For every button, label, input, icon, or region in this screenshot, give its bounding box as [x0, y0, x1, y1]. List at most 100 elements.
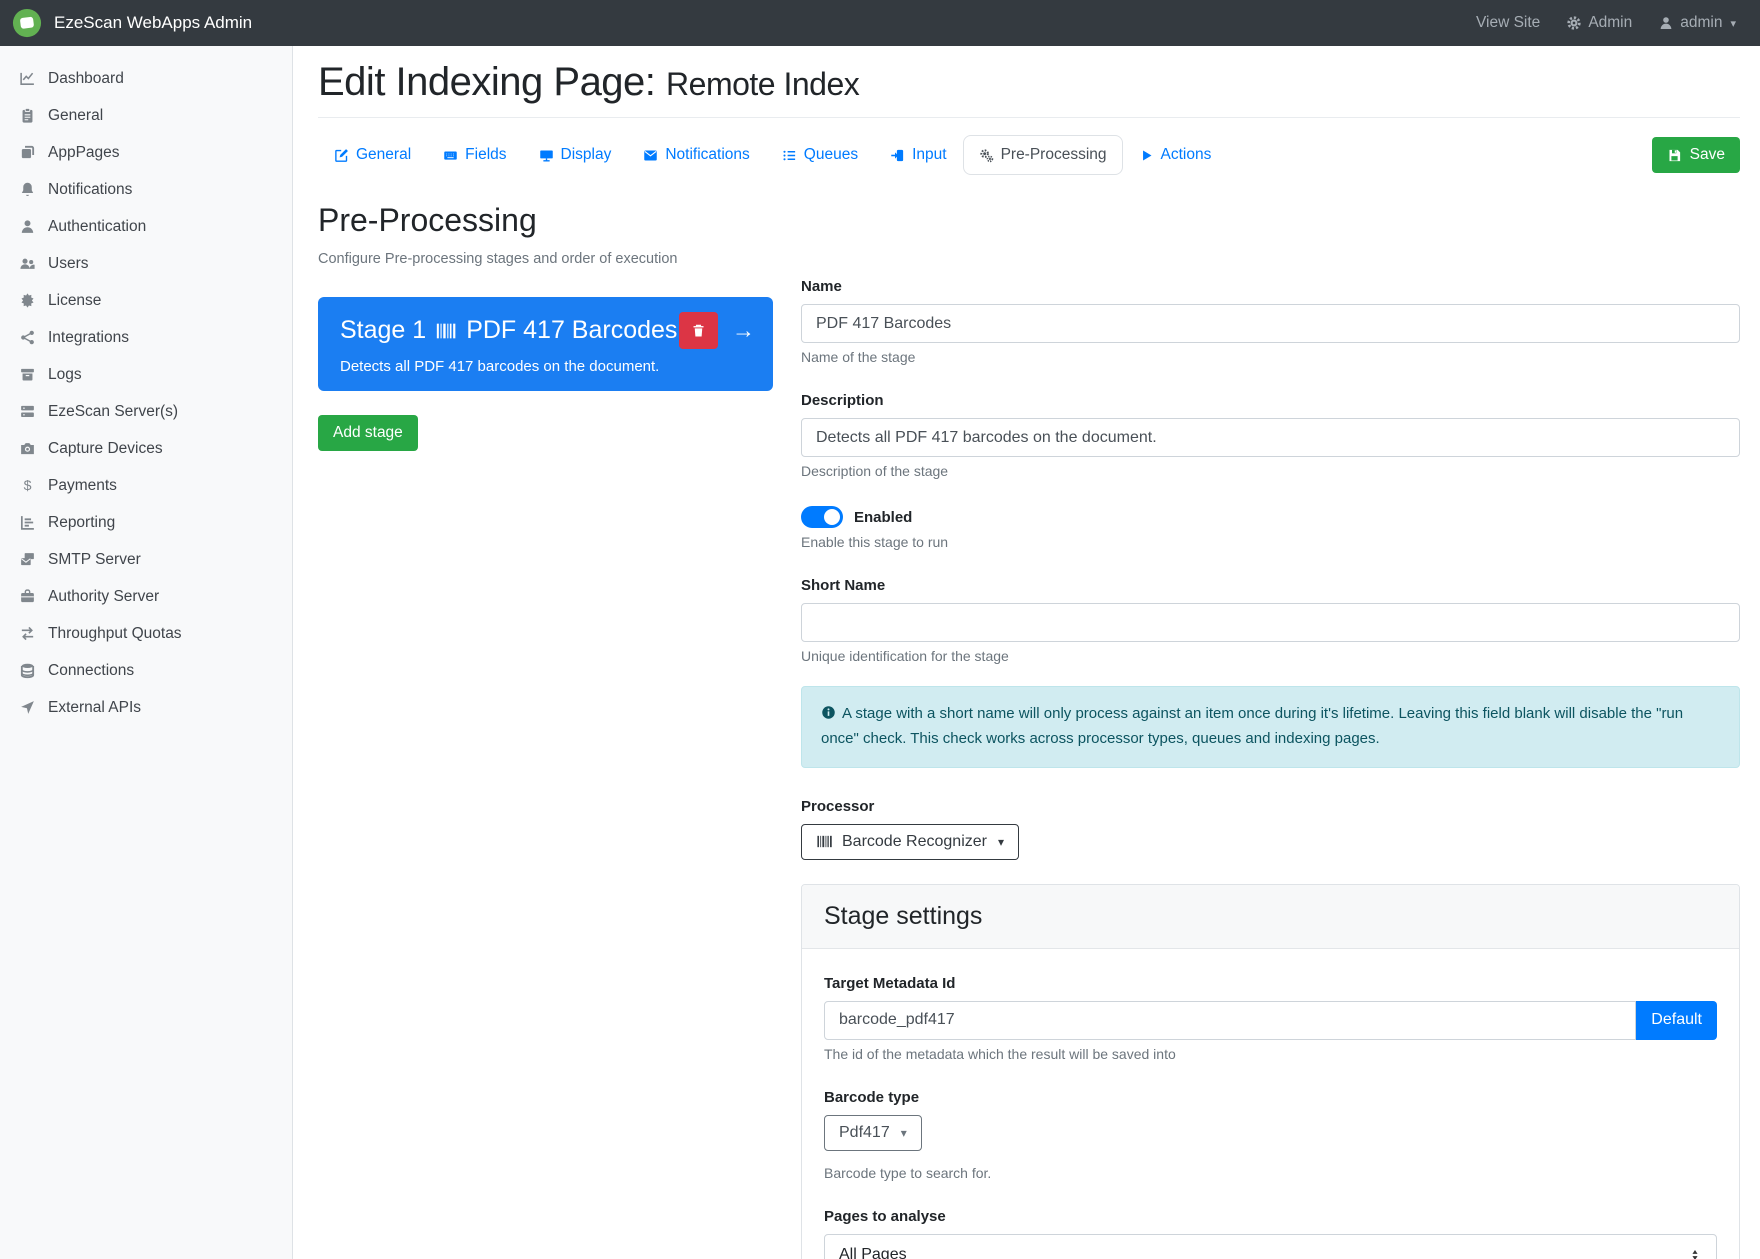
sidebar-item-capture-devices[interactable]: Capture Devices	[0, 430, 292, 467]
tab-pre-processing[interactable]: Pre-Processing	[963, 135, 1123, 175]
view-site-link[interactable]: View Site	[1476, 14, 1540, 32]
stage-card-description: Detects all PDF 417 barcodes on the docu…	[340, 358, 755, 375]
enabled-toggle[interactable]	[801, 506, 843, 528]
database-icon	[19, 662, 36, 679]
tab-label: General	[356, 146, 411, 164]
briefcase-icon	[19, 588, 36, 605]
save-button[interactable]: Save	[1652, 137, 1740, 173]
main-content: Edit Indexing Page: Remote Index General…	[293, 0, 1760, 1259]
view-site-label: View Site	[1476, 14, 1540, 32]
section-title: Pre-Processing	[318, 202, 773, 239]
caret-down-icon: ▾	[998, 835, 1004, 849]
sidebar-item-dashboard[interactable]: Dashboard	[0, 60, 292, 97]
sidebar-item-connections[interactable]: Connections	[0, 652, 292, 689]
tab-queues[interactable]: Queues	[766, 135, 874, 175]
default-button[interactable]: Default	[1636, 1001, 1717, 1040]
barcode-type-dropdown[interactable]: Pdf417 ▾	[824, 1115, 922, 1151]
sidebar-item-label: Connections	[48, 662, 134, 680]
name-label: Name	[801, 278, 1740, 295]
dollar-icon	[19, 477, 36, 494]
copy-icon	[19, 144, 36, 161]
sidebar-item-authentication[interactable]: Authentication	[0, 208, 292, 245]
info-circle-icon	[821, 705, 836, 720]
brand[interactable]: EzeScan WebApps Admin	[12, 8, 293, 38]
add-stage-label: Add stage	[333, 424, 403, 442]
admin-link[interactable]: Admin	[1566, 14, 1632, 32]
short-name-help: Unique identification for the stage	[801, 648, 1740, 664]
tab-label: Notifications	[665, 146, 749, 164]
add-stage-button[interactable]: Add stage	[318, 415, 418, 451]
tab-label: Display	[561, 146, 612, 164]
name-input[interactable]	[801, 304, 1740, 343]
cogs-icon	[979, 148, 994, 163]
sidebar-item-payments[interactable]: Payments	[0, 467, 292, 504]
tab-display[interactable]: Display	[523, 135, 628, 175]
tab-input[interactable]: Input	[874, 135, 962, 175]
logo-icon	[12, 8, 42, 38]
sidebar-item-throughput-quotas[interactable]: Throughput Quotas	[0, 615, 292, 652]
sidebar-item-reporting[interactable]: Reporting	[0, 504, 292, 541]
page-title-main: Edit Indexing Page:	[318, 60, 655, 104]
tab-fields[interactable]: Fields	[427, 135, 522, 175]
sidebar-item-label: Logs	[48, 366, 82, 384]
stage-card[interactable]: Stage 1 PDF 417 Barcodes → Detects all P…	[318, 297, 773, 391]
sidebar-item-general[interactable]: General	[0, 97, 292, 134]
barcode-type-value: Pdf417	[839, 1124, 890, 1142]
archive-icon	[19, 366, 36, 383]
arrow-right-icon[interactable]: →	[732, 319, 755, 342]
processor-value: Barcode Recognizer	[842, 833, 987, 851]
navbar-right: View Site Admin admin ▾	[1476, 14, 1736, 32]
play-icon	[1139, 148, 1154, 163]
report-icon	[19, 514, 36, 531]
tab-label: Queues	[804, 146, 858, 164]
processor-dropdown[interactable]: Barcode Recognizer ▾	[801, 824, 1019, 860]
trash-icon	[691, 323, 706, 338]
sidebar-item-integrations[interactable]: Integrations	[0, 319, 292, 356]
tab-notifications[interactable]: Notifications	[627, 135, 765, 175]
barcode-type-label: Barcode type	[824, 1089, 1717, 1106]
camera-icon	[19, 440, 36, 457]
user-menu[interactable]: admin ▾	[1658, 14, 1736, 32]
display-icon	[539, 148, 554, 163]
keyboard-icon	[443, 148, 458, 163]
processor-label: Processor	[801, 798, 1740, 815]
target-metadata-help: The id of the metadata which the result …	[824, 1046, 1717, 1062]
sidebar-item-label: License	[48, 292, 101, 310]
barcode-icon	[816, 833, 833, 850]
sidebar-item-users[interactable]: Users	[0, 245, 292, 282]
sidebar-item-authority-server[interactable]: Authority Server	[0, 578, 292, 615]
sidebar-item-notifications[interactable]: Notifications	[0, 171, 292, 208]
stage-settings-header: Stage settings	[802, 885, 1739, 949]
tab-actions[interactable]: Actions	[1123, 135, 1228, 175]
sidebar-item-ezescan-servers[interactable]: EzeScan Server(s)	[0, 393, 292, 430]
target-metadata-input[interactable]	[824, 1001, 1636, 1040]
stage-form: Name Name of the stage Description Descr…	[801, 202, 1740, 1259]
person-icon	[1658, 15, 1674, 31]
sidebar-item-label: Authentication	[48, 218, 146, 236]
edit-icon	[334, 148, 349, 163]
user-icon	[19, 218, 36, 235]
sidebar-item-external-apis[interactable]: External APIs	[0, 689, 292, 726]
clipboard-icon	[19, 107, 36, 124]
sidebar-item-label: External APIs	[48, 699, 141, 717]
sidebar-item-label: Dashboard	[48, 70, 124, 88]
sidebar-item-label: General	[48, 107, 103, 125]
sidebar-item-license[interactable]: License	[0, 282, 292, 319]
section-subtitle: Configure Pre-processing stages and orde…	[318, 251, 773, 267]
tab-general[interactable]: General	[318, 135, 427, 175]
delete-stage-button[interactable]	[679, 312, 718, 349]
stage-settings-title: Stage settings	[824, 902, 982, 930]
description-group: Description Description of the stage	[801, 392, 1740, 479]
pages-select[interactable]: All Pages	[824, 1234, 1717, 1259]
barcode-type-group: Barcode type Pdf417 ▾ Barcode type to se…	[824, 1089, 1717, 1181]
description-input[interactable]	[801, 418, 1740, 457]
target-metadata-group: Target Metadata Id Default The id of the…	[824, 975, 1717, 1062]
sidebar-item-smtp-server[interactable]: SMTP Server	[0, 541, 292, 578]
sidebar-item-logs[interactable]: Logs	[0, 356, 292, 393]
target-metadata-label: Target Metadata Id	[824, 975, 1717, 992]
bell-icon	[19, 181, 36, 198]
tab-label: Input	[912, 146, 946, 164]
short-name-input[interactable]	[801, 603, 1740, 642]
sidebar-item-apppages[interactable]: AppPages	[0, 134, 292, 171]
stage-settings-card: Stage settings Target Metadata Id Defaul…	[801, 884, 1740, 1259]
